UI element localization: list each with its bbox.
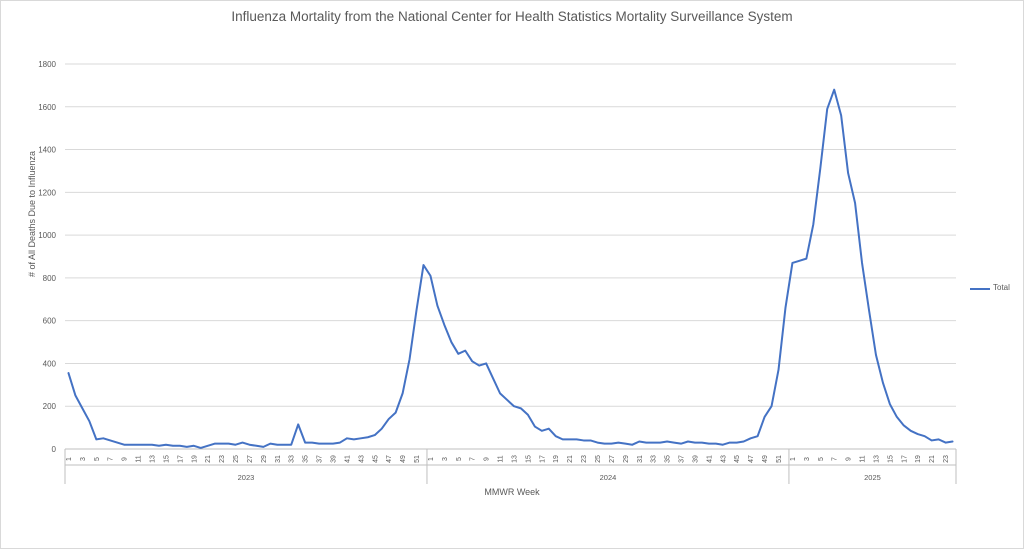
y-tick-label: 1800 <box>38 60 56 69</box>
x-axis-label-container: MMWR Week <box>0 487 1024 497</box>
x-tick-label: 3 <box>80 457 87 461</box>
x-tick-label: 31 <box>275 455 282 463</box>
legend-label: Total <box>993 283 1010 292</box>
x-tick-label: 43 <box>358 455 365 463</box>
x-tick-label: 17 <box>901 455 908 463</box>
x-tick-label: 19 <box>915 455 922 463</box>
x-tick-label: 33 <box>289 455 296 463</box>
series-layer <box>67 88 954 449</box>
x-tick-label: 37 <box>679 455 686 463</box>
x-tick-label: 33 <box>651 455 658 463</box>
x-tick-label: 45 <box>372 455 379 463</box>
y-tick-label: 1600 <box>38 103 56 112</box>
x-tick-label: 1 <box>428 457 435 461</box>
x-tick-label: 9 <box>122 457 129 461</box>
y-tick-label: 1400 <box>38 146 56 155</box>
x-tick-label: 1 <box>66 457 73 461</box>
x-tick-label: 13 <box>150 455 157 463</box>
x-tick-label: 11 <box>136 455 143 462</box>
x-tick-label: 41 <box>706 455 713 463</box>
x-tick-label: 23 <box>219 455 226 463</box>
x-tick-label: 37 <box>317 455 324 463</box>
x-tick-label: 35 <box>665 455 672 463</box>
y-tick-label: 200 <box>43 402 57 411</box>
y-tick-label: 800 <box>43 274 57 283</box>
y-tick-label: 1200 <box>38 188 56 197</box>
legend-swatch <box>970 288 990 290</box>
x-tick-label: 51 <box>414 455 421 463</box>
x-tick-label: 29 <box>623 455 630 463</box>
x-tick-label: 47 <box>748 455 755 463</box>
y-tick-label: 600 <box>43 317 57 326</box>
x-tick-label: 23 <box>581 455 588 463</box>
x-tick-label: 29 <box>261 455 268 463</box>
x-tick-label: 41 <box>344 455 351 463</box>
x-tick-label: 7 <box>832 457 839 461</box>
x-tick-label: 7 <box>470 457 477 461</box>
x-tick-label: 21 <box>929 455 936 463</box>
x-tick-label: 19 <box>553 455 560 463</box>
x-tick-label: 5 <box>94 457 101 461</box>
x-tick-label: 5 <box>818 457 825 461</box>
y-tick-label: 400 <box>43 359 57 368</box>
x-tick-label: 3 <box>442 457 449 461</box>
x-tick-label: 17 <box>539 455 546 463</box>
x-tick-label: 11 <box>860 455 867 462</box>
x-axis-label: MMWR Week <box>484 487 540 497</box>
x-tick-label: 45 <box>734 455 741 463</box>
y-tick-label: 0 <box>52 445 57 454</box>
x-axis: 1 3 5 7 9 11 13 15 17 19 21 23 25 27 29 31 33 35 37 39 41 43 4… <box>64 448 957 484</box>
x-tick-label: 17 <box>177 455 184 463</box>
x-tick-label: 21 <box>567 455 574 463</box>
x-tick-label: 27 <box>609 455 616 463</box>
y-tick-labels: 0 200 400 600 800 1000 1200 1400 1600 1800 <box>38 60 56 454</box>
year-label: 2024 <box>600 473 617 482</box>
x-tick-label: 1 <box>790 457 797 461</box>
year-label: 2023 <box>238 473 255 482</box>
series-line-total <box>67 88 954 449</box>
year-label: 2025 <box>864 473 881 482</box>
x-tick-label: 27 <box>247 455 254 463</box>
x-tick-label: 23 <box>943 455 950 463</box>
x-tick-label: 15 <box>525 455 532 463</box>
x-tick-label: 43 <box>720 455 727 463</box>
x-tick-label: 51 <box>776 455 783 463</box>
x-tick-label: 21 <box>205 455 212 463</box>
x-tick-label: 39 <box>692 455 699 463</box>
x-tick-label: 47 <box>386 455 393 463</box>
gridlines <box>65 63 956 450</box>
x-tick-label: 15 <box>887 455 894 463</box>
x-tick-label: 7 <box>108 457 115 461</box>
x-tick-label: 39 <box>330 455 337 463</box>
x-tick-label: 49 <box>400 455 407 463</box>
y-tick-label: 1000 <box>38 231 56 240</box>
plot-area: 020040060080010001200140016001800 135791… <box>38 60 957 484</box>
x-tick-label: 25 <box>595 455 602 463</box>
x-tick-label: 49 <box>762 455 769 463</box>
x-tick-label: 25 <box>233 455 240 463</box>
x-tick-label: 31 <box>637 455 644 463</box>
x-tick-label: 13 <box>511 455 518 463</box>
x-tick-label: 9 <box>484 457 491 461</box>
x-tick-label: 19 <box>191 455 198 463</box>
x-tick-label: 9 <box>846 457 853 461</box>
x-tick-label: 11 <box>498 455 505 462</box>
x-tick-label: 3 <box>804 457 811 461</box>
x-tick-label: 15 <box>163 455 170 463</box>
x-tick-label: 13 <box>873 455 880 463</box>
x-tick-label: 5 <box>456 457 463 461</box>
x-tick-label: 35 <box>303 455 310 463</box>
